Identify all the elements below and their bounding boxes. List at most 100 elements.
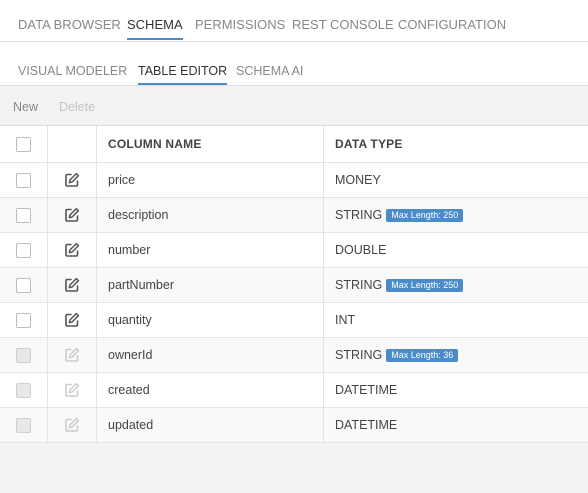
data-type-label: DATETIME xyxy=(335,418,398,432)
sub-nav: VISUAL MODELER TABLE EDITOR SCHEMA AI xyxy=(0,42,588,86)
table-row[interactable]: price MONEY xyxy=(0,163,588,198)
select-all-checkbox[interactable] xyxy=(16,137,31,152)
row-check-cell xyxy=(0,408,48,442)
data-type: INT xyxy=(335,303,355,337)
table-row[interactable]: description STRING Max Length: 250 xyxy=(0,198,588,233)
row-check-cell xyxy=(0,233,48,267)
row-name-cell: ownerId xyxy=(96,338,324,372)
row-edit-cell xyxy=(47,233,97,267)
table-row[interactable]: updated DATETIME xyxy=(0,408,588,443)
max-length-badge: Max Length: 250 xyxy=(386,209,464,222)
table-row[interactable]: partNumber STRING Max Length: 250 xyxy=(0,268,588,303)
row-type-cell: MONEY xyxy=(323,163,588,197)
column-name: partNumber xyxy=(108,278,174,292)
data-type-label: DATETIME xyxy=(335,383,398,397)
tab-visual-modeler[interactable]: VISUAL MODELER xyxy=(18,42,127,85)
data-type-label: MONEY xyxy=(335,173,381,187)
data-type: DATETIME xyxy=(335,408,397,442)
tab-table-editor[interactable]: TABLE EDITOR xyxy=(138,42,228,85)
table-row[interactable]: number DOUBLE xyxy=(0,233,588,268)
top-nav: DATA BROWSER SCHEMA PERMISSIONS REST CON… xyxy=(0,0,588,42)
data-type: STRING Max Length: 36 xyxy=(335,338,459,372)
row-edit-cell xyxy=(47,408,97,442)
header-data-type-cell: DATA TYPE xyxy=(323,126,588,162)
data-type: STRING Max Length: 250 xyxy=(335,268,464,302)
column-name: description xyxy=(108,208,169,222)
table-body: price MONEY description STRING Max Length: 2… xyxy=(0,163,588,443)
edit-icon[interactable] xyxy=(64,277,80,293)
data-type-label: DOUBLE xyxy=(335,243,387,257)
edit-icon[interactable] xyxy=(64,207,80,223)
data-type: MONEY xyxy=(335,163,381,197)
edit-icon xyxy=(64,382,80,398)
row-edit-cell xyxy=(47,268,97,302)
column-name: created xyxy=(108,383,150,397)
row-check-cell xyxy=(0,198,48,232)
data-type-label: INT xyxy=(335,313,356,327)
max-length-badge: Max Length: 250 xyxy=(386,279,464,292)
row-edit-cell xyxy=(47,163,97,197)
row-type-cell: STRING Max Length: 36 xyxy=(323,338,588,372)
header-column-name-cell: COLUMN NAME xyxy=(96,126,324,162)
new-button[interactable]: New xyxy=(13,86,38,128)
row-name-cell: updated xyxy=(96,408,324,442)
row-name-cell: partNumber xyxy=(96,268,324,302)
row-checkbox xyxy=(16,383,31,398)
row-checkbox xyxy=(16,418,31,433)
edit-icon[interactable] xyxy=(64,172,80,188)
data-type-header[interactable]: DATA TYPE xyxy=(335,126,403,162)
data-type: DATETIME xyxy=(335,373,397,407)
row-check-cell xyxy=(0,163,48,197)
column-name: price xyxy=(108,173,136,187)
table-header-row: COLUMN NAME DATA TYPE xyxy=(0,126,588,163)
row-checkbox[interactable] xyxy=(16,208,31,223)
delete-button: Delete xyxy=(59,100,96,114)
row-checkbox xyxy=(16,348,31,363)
data-type-label: STRING xyxy=(335,208,383,222)
row-name-cell: quantity xyxy=(96,303,324,337)
row-type-cell: INT xyxy=(323,303,588,337)
tab-rest-console[interactable]: REST CONSOLE xyxy=(292,0,394,41)
columns-table: COLUMN NAME DATA TYPE price MONEY descript… xyxy=(0,125,588,443)
edit-icon xyxy=(64,417,80,433)
row-checkbox[interactable] xyxy=(16,278,31,293)
edit-icon[interactable] xyxy=(64,312,80,328)
row-check-cell xyxy=(0,338,48,372)
data-type: STRING Max Length: 250 xyxy=(335,198,464,232)
row-edit-cell xyxy=(47,303,97,337)
tab-permissions[interactable]: PERMISSIONS xyxy=(195,0,285,41)
edit-icon xyxy=(64,347,80,363)
row-name-cell: number xyxy=(96,233,324,267)
table-row[interactable]: quantity INT xyxy=(0,303,588,338)
row-type-cell: DATETIME xyxy=(323,408,588,442)
row-name-cell: created xyxy=(96,373,324,407)
tab-configuration[interactable]: CONFIGURATION xyxy=(398,0,506,41)
edit-icon[interactable] xyxy=(64,242,80,258)
header-edit-cell xyxy=(47,126,97,162)
column-name: updated xyxy=(108,418,154,432)
row-type-cell: STRING Max Length: 250 xyxy=(323,268,588,302)
row-edit-cell xyxy=(47,338,97,372)
row-checkbox[interactable] xyxy=(16,313,31,328)
row-name-cell: description xyxy=(96,198,324,232)
row-edit-cell xyxy=(47,373,97,407)
toolbar: New Delete xyxy=(0,86,588,127)
max-length-badge: Max Length: 36 xyxy=(386,349,459,362)
column-name-header[interactable]: COLUMN NAME xyxy=(108,126,202,162)
tab-schema[interactable]: SCHEMA xyxy=(127,0,183,41)
table-row[interactable]: created DATETIME xyxy=(0,373,588,408)
row-check-cell xyxy=(0,303,48,337)
tab-schema-ai[interactable]: SCHEMA AI xyxy=(236,42,303,85)
data-type: DOUBLE xyxy=(335,233,386,267)
row-type-cell: DATETIME xyxy=(323,373,588,407)
column-name: quantity xyxy=(108,313,152,327)
row-checkbox[interactable] xyxy=(16,243,31,258)
row-check-cell xyxy=(0,373,48,407)
table-row[interactable]: ownerId STRING Max Length: 36 xyxy=(0,338,588,373)
row-checkbox[interactable] xyxy=(16,173,31,188)
data-type-label: STRING xyxy=(335,348,383,362)
tab-data-browser[interactable]: DATA BROWSER xyxy=(18,0,121,41)
row-type-cell: STRING Max Length: 250 xyxy=(323,198,588,232)
data-type-label: STRING xyxy=(335,278,383,292)
row-check-cell xyxy=(0,268,48,302)
